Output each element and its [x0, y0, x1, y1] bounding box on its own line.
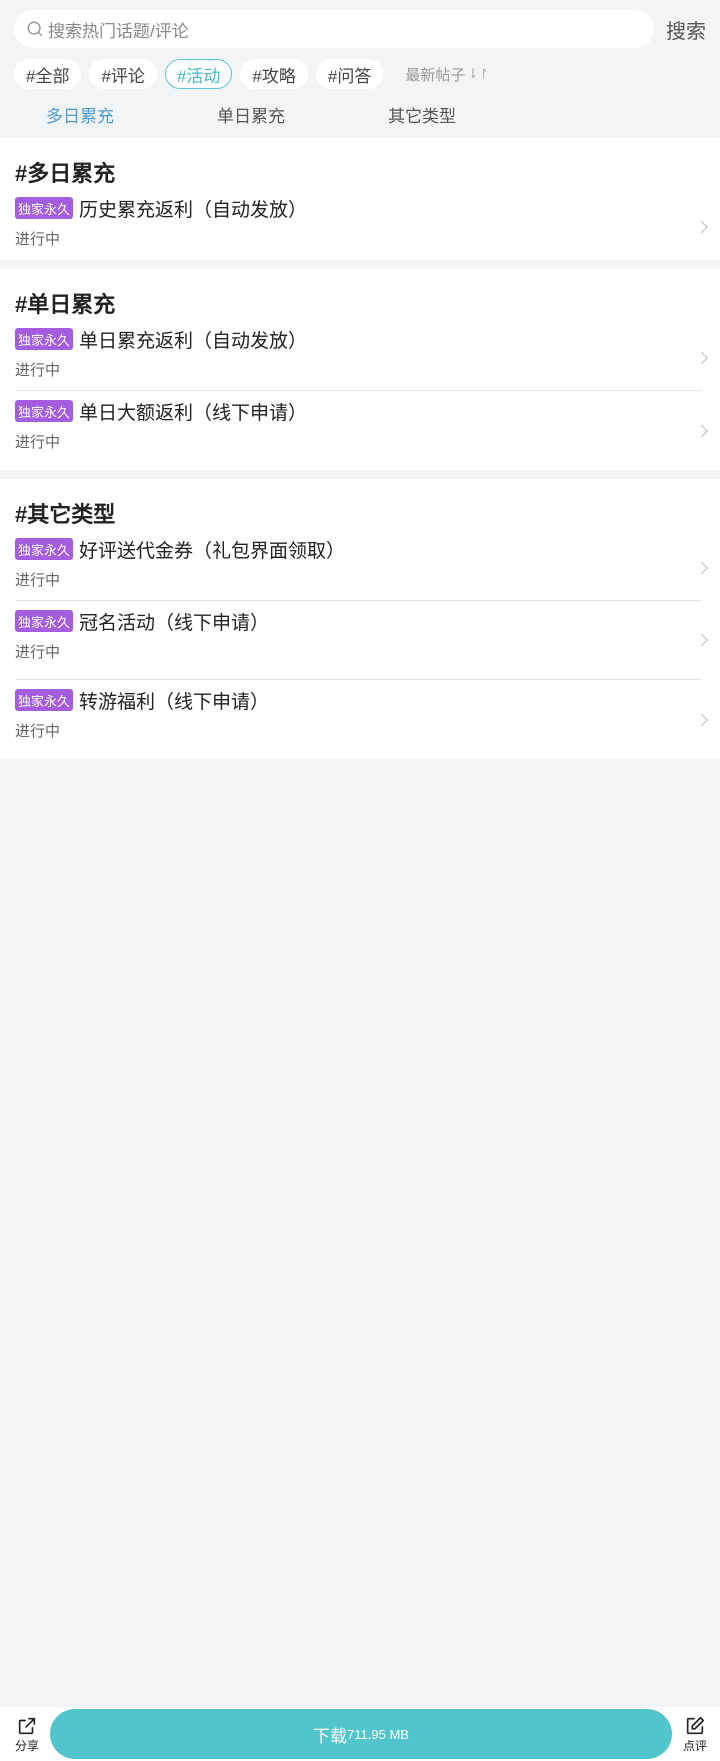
list-item[interactable]: 独家永久 单日累充返利（自动发放） 进行中	[15, 325, 708, 391]
item-status: 进行中	[15, 723, 61, 740]
item-status: 进行中	[15, 434, 61, 451]
top-area: 搜索热门话题/评论 搜索 #全部 #评论 #活动 #攻略 #问答 最新帖子 ⇂↾…	[0, 0, 720, 138]
exclusive-badge: 独家永久	[15, 328, 74, 350]
search-button[interactable]: 搜索	[664, 15, 706, 44]
section-multi-day: #多日累充 独家永久 历史累充返利（自动发放） 进行中	[0, 138, 720, 260]
search-icon	[27, 21, 43, 37]
tag-all[interactable]: #全部	[14, 59, 82, 89]
bottom-bar: 分享 下载 711.95 MB 点评	[0, 1707, 720, 1761]
tag-activity[interactable]: #活动	[164, 59, 233, 89]
edit-icon	[686, 1716, 705, 1734]
subtab-other[interactable]: 其它类型	[388, 102, 559, 127]
exclusive-badge: 独家永久	[15, 400, 74, 422]
tag-filter-row: #全部 #评论 #活动 #攻略 #问答 最新帖子 ⇂↾	[14, 58, 706, 90]
item-title: 冠名活动（线下申请）	[79, 612, 270, 634]
download-size: 711.95 MB	[347, 1726, 409, 1742]
item-title: 转游福利（线下申请）	[79, 691, 270, 713]
review-label: 点评	[682, 1738, 707, 1753]
section-title: #单日累充	[15, 292, 116, 317]
item-title: 好评送代金券（礼包界面领取）	[79, 540, 346, 562]
search-row: 搜索热门话题/评论 搜索	[14, 10, 706, 48]
share-icon	[18, 1717, 36, 1734]
subtab-single-day[interactable]: 单日累充	[217, 102, 388, 127]
share-button[interactable]: 分享	[10, 1715, 44, 1754]
list-item[interactable]: 独家永久 历史累充返利（自动发放） 进行中	[15, 194, 708, 260]
list-item[interactable]: 独家永久 转游福利（线下申请） 进行中	[15, 680, 708, 759]
list-item[interactable]: 独家永久 单日大额返利（线下申请） 进行中	[15, 391, 708, 470]
search-input[interactable]: 搜索热门话题/评论	[14, 10, 654, 48]
item-status: 进行中	[15, 362, 61, 379]
exclusive-badge: 独家永久	[15, 197, 74, 219]
review-button[interactable]: 点评	[678, 1715, 712, 1754]
exclusive-badge: 独家永久	[15, 689, 74, 711]
search-placeholder: 搜索热门话题/评论	[48, 21, 189, 41]
item-status: 进行中	[15, 231, 61, 248]
section-other: #其它类型 独家永久 好评送代金券（礼包界面领取） 进行中 独家永久 冠名活动（…	[0, 479, 720, 759]
exclusive-badge: 独家永久	[15, 610, 74, 632]
tag-qa[interactable]: #问答	[315, 59, 384, 89]
item-status: 进行中	[15, 572, 61, 589]
subtab-multi-day[interactable]: 多日累充	[46, 102, 217, 127]
sort-arrows-icon: ⇂↾	[467, 66, 490, 81]
subtab-bar: 多日累充 单日累充 其它类型	[14, 90, 706, 138]
tag-comment[interactable]: #评论	[89, 59, 157, 89]
section-title: #多日累充	[15, 161, 116, 186]
item-status: 进行中	[15, 644, 61, 661]
share-label: 分享	[14, 1738, 39, 1753]
exclusive-badge: 独家永久	[15, 538, 74, 560]
item-title: 单日累充返利（自动发放）	[79, 330, 308, 352]
sort-button[interactable]: 最新帖子 ⇂↾	[405, 64, 489, 85]
tag-guide[interactable]: #攻略	[240, 59, 308, 89]
item-title: 单日大额返利（线下申请）	[79, 402, 308, 424]
sort-label: 最新帖子	[405, 66, 466, 84]
download-label: 下载	[313, 1726, 348, 1746]
section-single-day: #单日累充 独家永久 单日累充返利（自动发放） 进行中 独家永久 单日大额返利（…	[0, 269, 720, 470]
item-title: 历史累充返利（自动发放）	[79, 199, 308, 221]
download-button[interactable]: 下载 711.95 MB	[50, 1709, 672, 1759]
list-item[interactable]: 独家永久 好评送代金券（礼包界面领取） 进行中	[15, 535, 708, 601]
section-title: #其它类型	[15, 502, 116, 527]
list-item[interactable]: 独家永久 冠名活动（线下申请） 进行中	[15, 601, 708, 680]
